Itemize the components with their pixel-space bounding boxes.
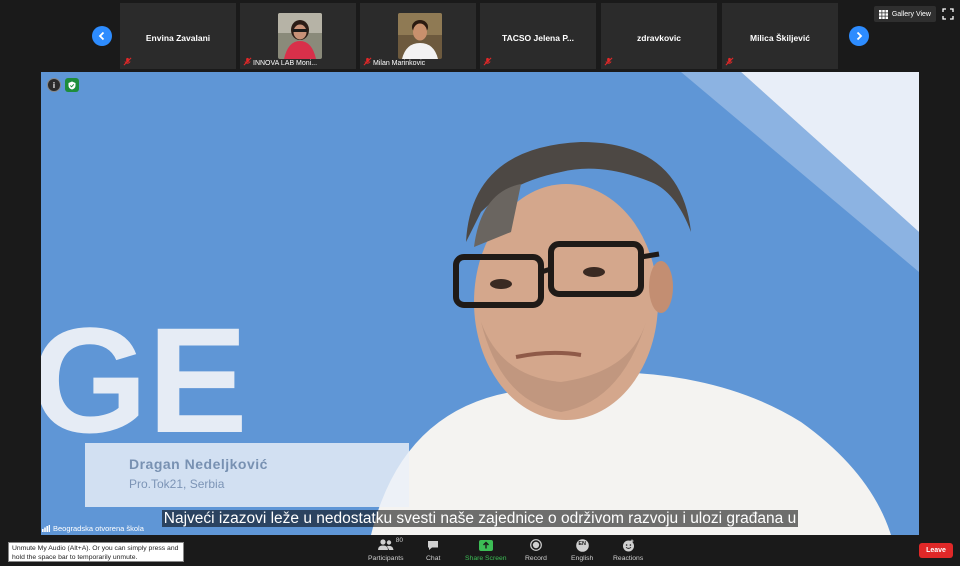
participants-button[interactable]: 80 Participants (368, 537, 404, 562)
language-label: English (571, 555, 594, 562)
chevron-left-icon (98, 31, 105, 41)
participant-tile[interactable]: INNOVA LAB Moni... (239, 2, 357, 70)
active-speaker-name: Beogradska otvorena škola (53, 524, 144, 533)
language-badge: EN (578, 541, 586, 547)
chat-label: Chat (426, 555, 441, 562)
muted-mic-icon (243, 57, 252, 66)
muted-mic-icon (363, 57, 372, 66)
participant-name: TACSO Jelena P... (502, 33, 574, 43)
participant-tile[interactable]: zdravkovic (600, 2, 718, 70)
lower-third-organization: Pro.Tok21, Serbia (129, 477, 225, 491)
participant-name: Milica Škiljević (749, 33, 810, 43)
participant-label: INNOVA LAB Moni... (253, 60, 318, 67)
participant-name: zdravkovic (637, 33, 681, 43)
background-letters: GE (41, 296, 248, 464)
grid-icon (878, 9, 888, 19)
lower-third-caption: Dragan Nedeljković Pro.Tok21, Serbia (85, 443, 409, 507)
record-button[interactable]: Record (525, 538, 547, 562)
muted-mic-icon (725, 57, 734, 66)
signal-bars-icon (42, 525, 50, 532)
participant-tile[interactable]: Milica Škiljević (721, 2, 839, 70)
share-screen-label: Share Screen (465, 555, 507, 562)
gallery-view-button[interactable]: Gallery View (873, 6, 936, 22)
chat-icon (427, 538, 439, 552)
share-screen-button[interactable]: Share Screen (465, 538, 507, 562)
participants-label: Participants (368, 555, 404, 562)
participant-photo (278, 13, 322, 59)
participant-name: Envina Zavalani (145, 33, 211, 43)
language-icon: EN (575, 538, 589, 552)
language-button[interactable]: EN English (571, 538, 593, 562)
record-icon (530, 538, 542, 552)
encryption-shield-icon[interactable] (65, 78, 79, 92)
participants-count: 80 (395, 537, 403, 544)
lower-third-name: Dragan Nedeljković (129, 456, 268, 472)
active-speaker-label: Beogradska otvorena škola (42, 524, 144, 533)
participant-strip: Envina Zavalani INNOVA LAB Moni... Milan… (0, 0, 960, 72)
video-subtitle: Najveći izazovi leže u nedostatku svesti… (41, 510, 919, 528)
unmute-tooltip: Unmute My Audio (Alt+A). Or you can simp… (8, 542, 184, 562)
record-label: Record (525, 555, 547, 562)
strip-prev-button[interactable] (92, 26, 112, 46)
chat-button[interactable]: Chat (426, 538, 440, 562)
participant-label: Milan Marinkovic (373, 60, 426, 67)
gallery-view-label: Gallery View (891, 10, 931, 18)
active-speaker-video: GE i Dragan Nedeljković Pro.Tok21, Serbi… (41, 72, 919, 535)
participant-tile[interactable]: TACSO Jelena P... (479, 2, 597, 70)
strip-next-button[interactable] (849, 26, 869, 46)
muted-mic-icon (483, 57, 492, 66)
muted-mic-icon (604, 57, 613, 66)
reactions-label: Reactions (613, 555, 644, 562)
fullscreen-icon[interactable] (942, 8, 954, 20)
muted-mic-icon (123, 57, 132, 66)
share-screen-icon (478, 538, 493, 552)
subtitle-text: Najveći izazovi leže u nedostatku svesti… (161, 510, 799, 527)
reactions-button[interactable]: Reactions (613, 538, 643, 562)
leave-button[interactable]: Leave (919, 543, 953, 558)
meeting-info-icon[interactable]: i (47, 78, 61, 92)
reactions-icon (622, 538, 635, 552)
participant-tile[interactable]: Envina Zavalani (119, 2, 237, 70)
participant-photo (398, 13, 442, 59)
participants-icon: 80 (377, 537, 403, 552)
chevron-right-icon (856, 31, 863, 41)
zoom-meeting-window: Envina Zavalani INNOVA LAB Moni... Milan… (0, 0, 960, 566)
participant-tile[interactable]: Milan Marinkovic (359, 2, 477, 70)
